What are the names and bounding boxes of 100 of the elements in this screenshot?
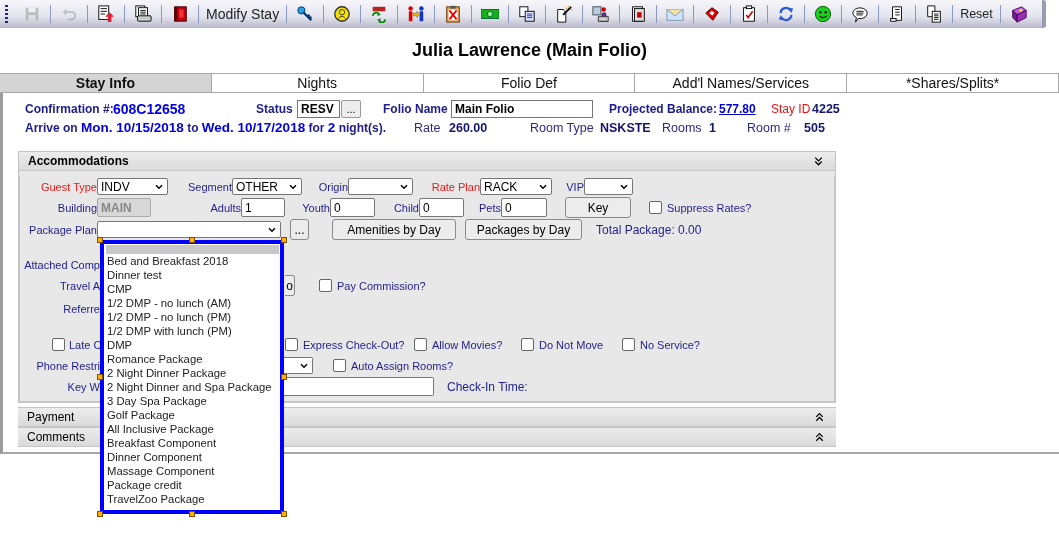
toolbar-button[interactable]: Reset (953, 2, 1000, 26)
book-icon[interactable] (171, 5, 189, 23)
money-arrows-icon[interactable] (370, 5, 389, 23)
checkbox[interactable] (622, 338, 635, 351)
checkbox[interactable] (319, 279, 332, 292)
people-arrow-icon[interactable] (407, 5, 426, 23)
status-field[interactable]: RESV (297, 99, 340, 118)
refresh-icon[interactable] (777, 5, 796, 23)
stay-id-label: Stay ID (771, 101, 812, 116)
checkbox[interactable] (414, 338, 427, 351)
resize-handle[interactable] (189, 237, 195, 243)
expand-chevron-icon[interactable] (813, 430, 826, 444)
document-arrow-icon[interactable] (97, 5, 115, 23)
checkbox[interactable] (333, 359, 346, 372)
clipboard-x-icon[interactable] (444, 5, 463, 23)
printer-icon[interactable] (134, 5, 152, 23)
dropdown-option[interactable]: CMP (106, 282, 279, 296)
info-text: Check-In Time: (447, 379, 528, 394)
button[interactable]: Amenities by Day (332, 219, 456, 240)
field-label: Segment (186, 180, 232, 193)
rate-value: 260.00 (449, 120, 489, 135)
field-label: Attached Comp (23, 258, 100, 271)
checkbox[interactable] (285, 338, 298, 351)
speech-bubble-icon[interactable] (851, 5, 870, 23)
dropdown-option[interactable]: 1/2 DMP - no lunch (AM) (106, 296, 279, 310)
dropdown-option[interactable]: DMP (106, 338, 279, 352)
copy-documents-icon[interactable] (518, 5, 537, 23)
resize-handle[interactable] (281, 237, 287, 243)
resize-handle[interactable] (97, 511, 103, 517)
dropdown-option[interactable]: Breakfast Component (106, 436, 279, 450)
folio-name-label: Folio Name (383, 101, 449, 116)
button[interactable]: o (285, 275, 295, 296)
scroll-documents-icon[interactable] (925, 5, 944, 23)
dropdown-option[interactable]: Dinner test (106, 268, 279, 282)
field-label: Building (56, 201, 97, 214)
folio-name-field[interactable]: Main Folio (451, 99, 593, 118)
dropdown-field[interactable]: INDV (97, 178, 168, 195)
dropdown-field[interactable] (584, 178, 633, 195)
toolbar-button[interactable]: Modify Stay (199, 2, 287, 26)
input-field[interactable]: 0 (501, 198, 547, 217)
status-button[interactable]: ... (341, 99, 361, 118)
dropdown-option[interactable]: Romance Package (106, 352, 279, 366)
dropdown-field[interactable] (348, 178, 413, 195)
dropdown-option[interactable]: Golf Package (106, 408, 279, 422)
card-icon[interactable] (629, 5, 648, 23)
room-number-value: 505 (804, 120, 825, 135)
input-field[interactable]: 0 (330, 198, 375, 217)
field-label: Child (392, 201, 419, 214)
section-title: Payment (27, 410, 75, 424)
tab[interactable]: Folio Def (423, 73, 636, 93)
dropdown-option[interactable]: 1/2 DMP - no lunch (PM) (106, 310, 279, 324)
dropdown-option[interactable]: TravelZoo Package (106, 492, 279, 506)
stay-id: 4225 (812, 101, 840, 116)
checkbox-label: Suppress Rates? (667, 201, 752, 214)
field-label: Pets (478, 201, 501, 214)
tab[interactable]: *Shares/Splits* (847, 73, 1059, 93)
section-header[interactable]: Accommodations (19, 152, 835, 171)
button[interactable]: ... (290, 219, 309, 240)
dropdown-option[interactable]: 3 Day Spa Package (106, 394, 279, 408)
coin-icon[interactable] (333, 5, 352, 23)
dropdown-option[interactable]: 2 Night Dinner and Spa Package (106, 380, 279, 394)
rate-label: Rate (414, 120, 442, 135)
dropdown-option[interactable]: 1/2 DMP with lunch (PM) (106, 324, 279, 338)
room-type-label: Room Type (530, 120, 595, 135)
toolbar-grip[interactable] (5, 5, 8, 23)
document-wand-icon[interactable] (555, 5, 574, 23)
person-document-icon[interactable] (592, 5, 611, 23)
tab[interactable]: Stay Info (0, 73, 212, 93)
checkbox[interactable] (521, 338, 534, 351)
balance-link[interactable]: 577.80 (719, 101, 771, 116)
confirmation-number: 608C12658 (113, 100, 187, 117)
button[interactable]: Packages by Day (465, 219, 582, 240)
checkbox[interactable] (649, 201, 662, 214)
tab[interactable]: Add'l Names/Services (635, 73, 848, 93)
resize-handle[interactable] (281, 374, 287, 380)
field-label: Travel A (59, 279, 100, 292)
dropdown-field[interactable]: OTHER (232, 178, 302, 195)
input-field[interactable]: 0 (419, 198, 464, 217)
key-icon[interactable] (296, 5, 315, 23)
dropdown-option[interactable]: Package credit (106, 478, 279, 492)
input-field[interactable]: 1 (241, 198, 285, 217)
resize-handle[interactable] (97, 237, 103, 243)
room-number-label: Room # (747, 120, 792, 135)
checkbox[interactable] (52, 338, 65, 351)
dropdown-field[interactable]: RACK (480, 178, 552, 195)
expand-chevron-icon[interactable] (813, 410, 826, 424)
resize-handle[interactable] (97, 374, 103, 380)
button[interactable]: Key (565, 197, 631, 218)
collapse-chevron-icon[interactable] (812, 154, 825, 168)
tab[interactable]: Nights (211, 73, 424, 93)
dropdown-option[interactable]: Dinner Component (106, 450, 279, 464)
input-field[interactable] (281, 377, 434, 396)
dropdown-option[interactable]: 2 Night Dinner Package (106, 366, 279, 380)
resize-handle[interactable] (189, 511, 195, 517)
dropdown-option[interactable]: Bed and Breakfast 2018 (106, 254, 279, 268)
resize-handle[interactable] (281, 511, 287, 517)
dropdown-option[interactable]: Massage Component (106, 464, 279, 478)
field-label: Youth (301, 201, 330, 214)
smiley-icon[interactable] (814, 5, 833, 23)
dropdown-field[interactable] (97, 221, 281, 238)
